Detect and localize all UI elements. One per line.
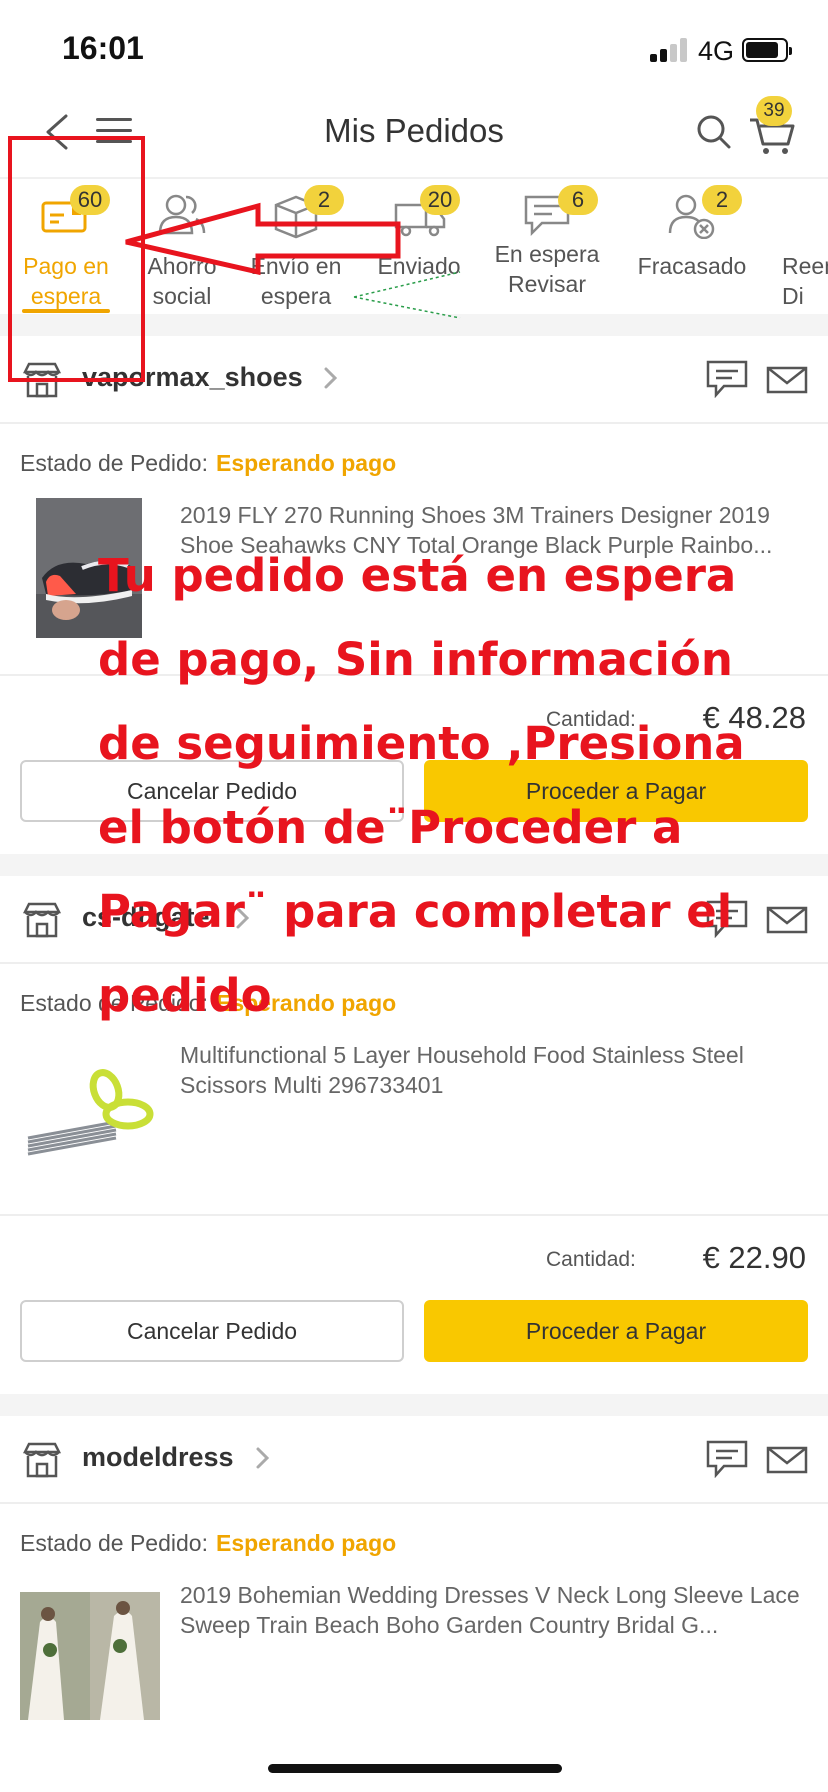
order-separator [0, 1394, 828, 1416]
status-value: Esperando pago [215, 450, 397, 476]
annotation-line: Tu pedido está en espera [98, 549, 737, 602]
search-icon[interactable] [696, 112, 732, 152]
tab-envio-en-espera[interactable]: 2 Envío en espera [240, 179, 352, 319]
store-icon [22, 902, 62, 938]
store-name[interactable]: modeldress [82, 1442, 234, 1473]
tab-label: Enviado [377, 253, 461, 279]
tab-enviado[interactable]: 20 Enviado [364, 179, 474, 319]
tab-fracasado[interactable]: 2 Fracasado [622, 179, 762, 319]
signal-icon [650, 38, 690, 62]
chevron-right-icon [324, 367, 338, 389]
tabs-divider [0, 314, 828, 336]
annotation-text: Tu pedido está en espera de pago, Sin in… [98, 534, 798, 1038]
annotation-line: Pagar¨ para completar el [98, 885, 733, 938]
annotation-line: pedido [98, 969, 272, 1022]
tab-pago-en-espera[interactable]: 60 Pago en espera [0, 179, 132, 319]
status-bar: 16:01 4G [0, 0, 828, 92]
cart-count-badge: 39 [756, 96, 792, 126]
product-image[interactable] [20, 1592, 160, 1720]
status-time: 16:01 [62, 30, 144, 66]
status-value: Esperando pago [215, 1530, 397, 1556]
order-status-tabs: 60 Pago en espera Ahorro social 2 Envío … [0, 177, 828, 317]
store-header[interactable]: modeldress [0, 1416, 828, 1504]
tab-label: Ahorro social [147, 253, 217, 309]
tab-label: Envío en espera [250, 253, 342, 309]
home-indicator[interactable] [268, 1764, 562, 1773]
tab-badge: 20 [420, 185, 460, 215]
tab-label: Fracasado [637, 253, 747, 279]
tab-reembolso[interactable]: Reen Di [776, 179, 828, 319]
divider [0, 1214, 828, 1216]
product-title[interactable]: 2019 Bohemian Wedding Dresses V Neck Lon… [180, 1580, 820, 1640]
network-type: 4G [698, 36, 735, 66]
tab-en-espera-revisar[interactable]: 6 En espera Revisar [482, 179, 612, 319]
people-icon [158, 194, 206, 235]
tab-badge: 2 [702, 185, 742, 215]
active-tab-indicator [22, 309, 110, 313]
chevron-right-icon [256, 1447, 270, 1469]
proceed-to-pay-button[interactable]: Proceder a Pagar [424, 1300, 808, 1362]
annotation-line: de pago, Sin información [98, 633, 733, 686]
cancel-order-button[interactable]: Cancelar Pedido [20, 1300, 404, 1362]
order-status: Estado de Pedido: Esperando pago [20, 450, 397, 476]
tab-badge: 2 [304, 185, 344, 215]
tab-label: Pago en espera [23, 253, 109, 309]
store-icon [22, 1442, 62, 1478]
chat-icon[interactable] [706, 1440, 748, 1478]
tab-badge: 6 [558, 185, 598, 215]
tab-ahorro-social[interactable]: Ahorro social [132, 179, 232, 319]
annotation-line: de seguimiento ,Presiona [98, 717, 745, 770]
mail-icon[interactable] [766, 1446, 808, 1474]
mail-icon[interactable] [766, 366, 808, 394]
store-name[interactable]: vapormax_shoes [82, 362, 303, 393]
annotation-line: el botón de¨Proceder a [98, 801, 683, 854]
battery-icon [742, 38, 792, 62]
product-image[interactable] [20, 1038, 160, 1178]
store-icon [22, 362, 62, 398]
order-card: modeldress Estado de Pedido: Esperando pa… [0, 1416, 828, 1792]
product-title[interactable]: Multifunctional 5 Layer Household Food S… [180, 1040, 820, 1100]
store-header[interactable]: vapormax_shoes [0, 336, 828, 424]
order-status: Estado de Pedido: Esperando pago [20, 1530, 397, 1556]
tab-label: En espera Revisar [494, 241, 600, 297]
nav-bar: Mis Pedidos 39 [0, 92, 828, 177]
chat-icon[interactable] [706, 360, 748, 398]
quantity-label: Cantidad: [546, 1248, 636, 1271]
tab-badge: 60 [70, 185, 110, 215]
order-price: € 22.90 [702, 1240, 806, 1275]
tab-label: Reen Di [782, 253, 828, 309]
